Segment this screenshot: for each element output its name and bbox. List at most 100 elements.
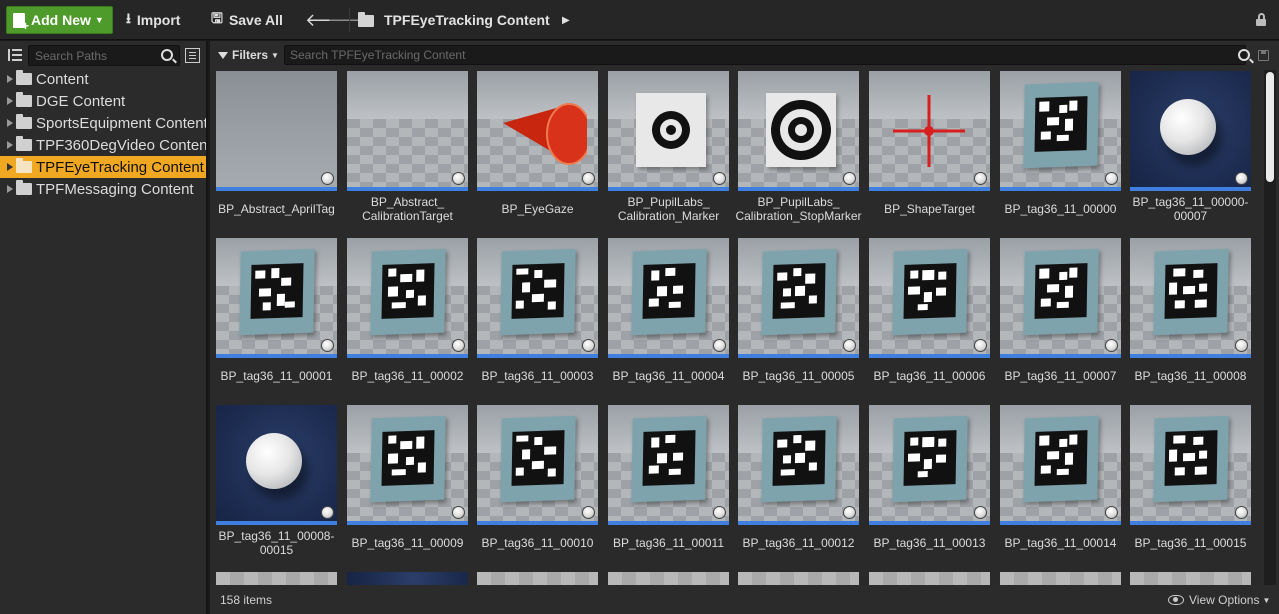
asset-type-bar (477, 354, 598, 358)
apriltag-pattern (772, 430, 826, 486)
path-search-input[interactable] (29, 46, 149, 65)
asset-type-bar (216, 521, 337, 525)
import-label: Import (136, 12, 181, 28)
sphere-type-icon (843, 172, 856, 185)
sphere-type-icon (452, 506, 465, 519)
apriltag-card (1023, 415, 1099, 503)
search-icon[interactable] (161, 49, 173, 61)
asset-label: BP_tag36_11_00006 (873, 369, 986, 383)
asset-thumbnail (477, 238, 598, 358)
calibration-marker-card (636, 93, 706, 167)
breadcrumb-chevron-right-icon[interactable]: ▶ (562, 6, 570, 34)
apriltag-card (631, 415, 707, 503)
asset-thumbnail-partial[interactable] (1000, 572, 1121, 585)
asset-thumbnail (347, 71, 468, 191)
asset-type-bar (216, 354, 337, 358)
folder-icon (358, 12, 374, 27)
filters-label: Filters (232, 48, 269, 62)
asset-thumbnail (738, 405, 859, 525)
apriltag-pattern (642, 430, 696, 486)
asset-thumbnail-partial[interactable] (477, 572, 598, 585)
sphere-type-icon (321, 506, 334, 519)
asset-thumbnail (477, 71, 598, 191)
asset-type-bar (1130, 521, 1251, 525)
path-view-options-icon[interactable] (185, 48, 200, 63)
asset-label: BP_EyeGaze (501, 202, 574, 216)
stop-marker-card (766, 93, 836, 167)
apriltag-pattern (381, 430, 435, 486)
asset-type-bar (1000, 187, 1121, 191)
folder-tree-item[interactable]: DGE Content (0, 90, 206, 112)
asset-type-bar (347, 521, 468, 525)
sources-tree-toggle-icon[interactable] (8, 48, 26, 64)
sphere-type-icon (974, 506, 987, 519)
toolbar: Add New ▼ ⭳ Import 🖫 Save All 🡐 🡒 TPFEye… (0, 0, 1279, 40)
asset-thumbnail (216, 71, 337, 191)
asset-label: BP_tag36_11_00004 (612, 369, 725, 383)
folder-tree-item[interactable]: TPFEyeTracking Content (0, 156, 206, 178)
sphere-type-icon (1105, 172, 1118, 185)
sphere-type-icon (1235, 172, 1248, 185)
apriltag-pattern (250, 263, 304, 319)
sources-panel: Content DGE Content SportsEquipment Conten… (0, 41, 208, 614)
asset-thumbnail-partial[interactable] (608, 572, 729, 585)
folder-tree-item[interactable]: SportsEquipment Content (0, 112, 206, 134)
asset-thumbnail-partial[interactable] (1130, 572, 1251, 585)
asset-thumbnail (738, 71, 859, 191)
expand-arrow-icon[interactable] (7, 185, 13, 193)
asset-thumbnail-partial[interactable] (347, 572, 468, 585)
asset-label: BP_tag36_11_00011 (613, 536, 724, 550)
filters-button[interactable]: Filters ▼ (218, 46, 279, 64)
sphere-type-icon (582, 339, 595, 352)
folder-tree-item[interactable]: TPFMessaging Content (0, 178, 206, 200)
asset-search-input[interactable] (285, 46, 1185, 64)
path-search-box (28, 45, 180, 66)
save-all-button[interactable]: 🖫 Save All (211, 6, 283, 34)
folder-icon (16, 136, 32, 151)
view-options-button[interactable]: View Options ▼ (1168, 591, 1270, 609)
scrollbar-thumb[interactable] (1266, 72, 1274, 182)
search-icon[interactable] (1238, 49, 1250, 61)
apriltag-card (500, 248, 576, 336)
asset-grid-scrollbar[interactable] (1264, 70, 1276, 585)
apriltag-card (239, 248, 315, 336)
crosshair-shape (893, 95, 965, 167)
apriltag-pattern (903, 430, 957, 486)
expand-arrow-icon[interactable] (7, 119, 13, 127)
asset-label: BP_PupilLabs_ Calibration_StopMarker (735, 195, 862, 223)
expand-arrow-icon[interactable] (7, 75, 13, 83)
folder-icon (16, 92, 32, 107)
asset-type-bar (869, 354, 990, 358)
expand-arrow-icon[interactable] (7, 163, 13, 171)
asset-type-bar (869, 521, 990, 525)
sphere-type-icon (321, 339, 334, 352)
asset-label: BP_tag36_11_00014 (1004, 536, 1117, 550)
apriltag-pattern (381, 263, 435, 319)
status-bar: 158 items View Options ▼ (210, 587, 1279, 614)
folder-tree-label: SportsEquipment Content (36, 114, 206, 132)
cone-shape (503, 103, 587, 165)
asset-label: BP_tag36_11_00003 (481, 369, 594, 383)
apriltag-pattern (511, 430, 565, 486)
expand-arrow-icon[interactable] (7, 141, 13, 149)
save-search-icon[interactable] (1258, 50, 1269, 61)
folder-tree-label: TPF360DegVideo Content (36, 136, 206, 154)
sphere-type-icon (1235, 506, 1248, 519)
import-button[interactable]: ⭳ Import (126, 6, 180, 34)
asset-thumbnail (1130, 238, 1251, 358)
folder-tree-item[interactable]: Content (0, 68, 206, 90)
sphere-type-icon (843, 506, 856, 519)
apriltag-pattern (1034, 430, 1088, 486)
expand-arrow-icon[interactable] (7, 97, 13, 105)
asset-label: BP_ShapeTarget (884, 202, 975, 216)
asset-thumbnail-partial[interactable] (738, 572, 859, 585)
lock-icon[interactable] (1256, 13, 1266, 26)
apriltag-pattern (1034, 96, 1088, 152)
apriltag-card (1153, 415, 1229, 503)
asset-thumbnail-partial[interactable] (869, 572, 990, 585)
folder-tree-item[interactable]: TPF360DegVideo Content (0, 134, 206, 156)
asset-thumbnail-partial[interactable] (216, 572, 337, 585)
breadcrumb[interactable]: TPFEyeTracking Content (358, 6, 550, 34)
apriltag-card (631, 248, 707, 336)
add-new-button[interactable]: Add New ▼ (6, 6, 113, 34)
